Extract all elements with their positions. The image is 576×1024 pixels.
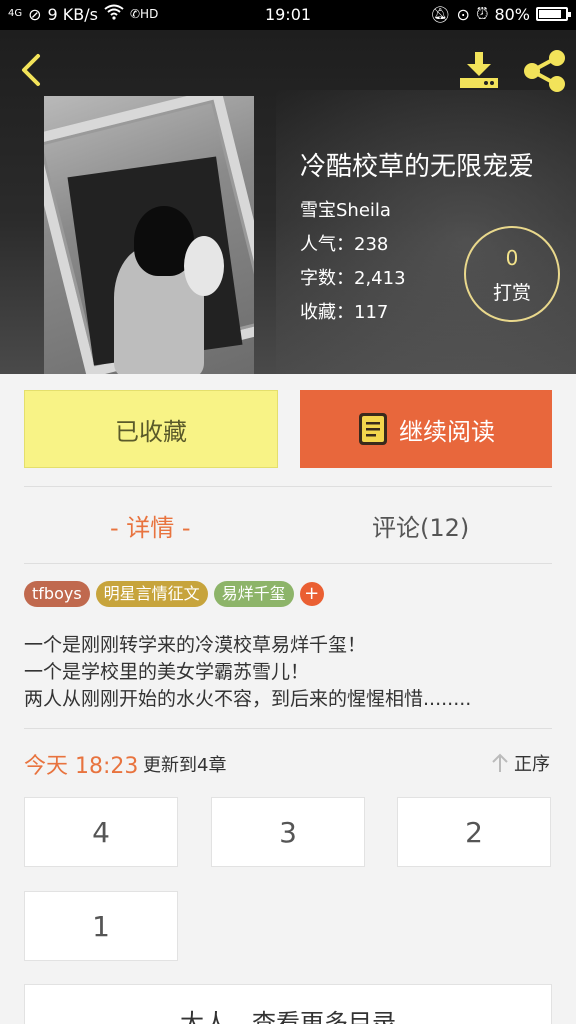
share-icon	[524, 50, 565, 92]
book-title: 冷酷校草的无限宠爱	[300, 152, 535, 182]
cover-figure-boy	[184, 236, 224, 296]
chapter-button[interactable]: 2	[397, 797, 551, 867]
battery-icon	[536, 7, 571, 21]
update-date: 今天 18:23	[24, 754, 139, 779]
download-icon	[460, 52, 498, 88]
tag-list: tfboys 明星言情征文 易烊千玺 +	[24, 581, 324, 607]
chapter-button[interactable]: 4	[24, 797, 178, 867]
more-catalog-label: 大人，查看更多目录	[180, 1009, 396, 1024]
tip-label: 打赏	[492, 282, 531, 304]
tab-details[interactable]: - 详情 -	[110, 508, 191, 543]
update-status: 更新到4章	[143, 755, 227, 776]
book-header: 冷酷校草的无限宠爱 雪宝Sheila 人气：238 字数：2,413 收藏：11…	[0, 30, 576, 374]
favorited-button[interactable]: 已收藏	[24, 390, 278, 468]
continue-reading-button[interactable]: 继续阅读	[300, 390, 552, 468]
arrow-up-icon	[492, 753, 508, 772]
book-cover-image[interactable]	[44, 96, 254, 374]
tag-item[interactable]: tfboys	[24, 581, 90, 607]
download-button[interactable]	[456, 48, 502, 92]
sort-order-label: 正序	[514, 754, 550, 775]
back-button[interactable]	[12, 48, 52, 92]
add-tag-button[interactable]: +	[299, 582, 324, 606]
lock-rotation-icon: ⊙	[456, 4, 470, 24]
book-favorites: 收藏：117	[300, 302, 389, 323]
alarm-icon: ⏰︎	[475, 4, 489, 23]
tag-item[interactable]: 易烊千玺	[213, 581, 294, 607]
divider	[24, 486, 552, 487]
tip-button[interactable]: 0 打赏	[464, 226, 560, 322]
sort-order-button[interactable]: 正序	[490, 750, 550, 776]
chapter-button[interactable]: 1	[24, 891, 178, 961]
battery-level	[539, 10, 562, 18]
continue-reading-label: 继续阅读	[399, 417, 495, 446]
favorited-label: 已收藏	[115, 417, 187, 446]
description-line: 一个是学校里的美女学霸苏雪儿！	[24, 661, 310, 683]
status-bar: 4G ⊘ 9 KB/s ✆HD 19:01 🔕︎ ⊙ ⏰︎ 80%	[0, 0, 576, 30]
tip-count: 0	[505, 246, 519, 270]
description-line: 两人从刚刚开始的水火不容，到后来的惺惺相惜........	[24, 688, 472, 710]
chapter-button[interactable]: 3	[211, 797, 365, 867]
book-popularity: 人气：238	[300, 234, 389, 255]
divider	[24, 563, 552, 564]
chevron-left-icon	[22, 54, 40, 86]
mute-icon: 🔕︎	[430, 4, 451, 24]
book-word-count: 字数：2,413	[300, 268, 406, 289]
description-line: 一个是刚刚转学来的冷漠校草易烊千玺！	[24, 634, 367, 656]
book-description[interactable]: 一个是刚刚转学来的冷漠校草易烊千玺！ 一个是学校里的美女学霸苏雪儿！ 两人从刚刚…	[24, 632, 552, 713]
divider	[24, 728, 552, 729]
book-detail-screen: 4G ⊘ 9 KB/s ✆HD 19:01 🔕︎ ⊙ ⏰︎ 80% 冷酷校草的无…	[0, 0, 576, 1024]
share-button[interactable]	[520, 48, 568, 94]
book-author[interactable]: 雪宝Sheila	[300, 196, 391, 222]
book-icon	[359, 413, 387, 445]
battery-percent: 80%	[494, 4, 530, 24]
status-right: 🔕︎ ⊙ ⏰︎ 80%	[430, 4, 571, 24]
tag-item[interactable]: 明星言情征文	[95, 581, 208, 607]
more-catalog-button[interactable]: 大人，查看更多目录	[24, 984, 552, 1024]
tab-comments[interactable]: 评论(12)	[372, 508, 469, 543]
